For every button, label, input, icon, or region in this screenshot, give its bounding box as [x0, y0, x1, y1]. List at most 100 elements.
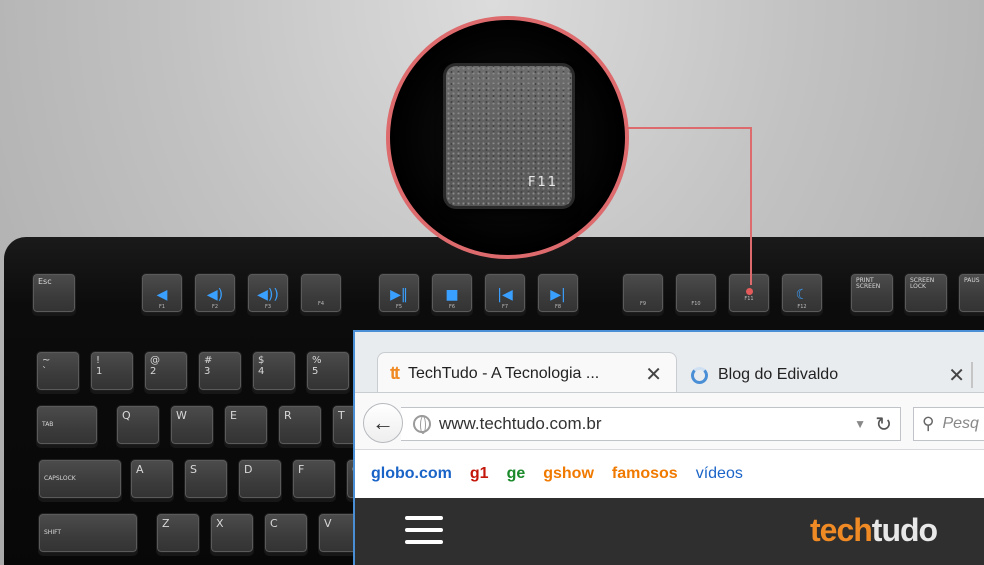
- key-w[interactable]: W: [170, 405, 214, 445]
- site-header: techtudo: [355, 498, 984, 565]
- close-icon[interactable]: ✕: [645, 362, 662, 387]
- key-f8[interactable]: ▶| F8: [537, 273, 579, 313]
- globe-icon: [413, 415, 431, 434]
- key-f11[interactable]: F11: [728, 273, 770, 313]
- key-d-label: D: [244, 463, 253, 476]
- key-f10[interactable]: F10: [675, 273, 717, 313]
- tab-blog-edivaldo[interactable]: Blog do Edivaldo ✕: [691, 360, 984, 390]
- key-x-label: X: [216, 517, 224, 530]
- key-z[interactable]: Z: [156, 513, 200, 553]
- key-r-label: R: [284, 409, 292, 422]
- key-a[interactable]: A: [130, 459, 174, 499]
- key-f1[interactable]: ◀ F1: [141, 273, 183, 313]
- bookmarks-bar: globo.com g1 ge gshow famosos vídeos: [355, 450, 984, 498]
- chevron-down-icon[interactable]: ▼: [854, 417, 866, 431]
- search-placeholder: Pesq: [942, 415, 979, 432]
- navigation-bar: www.techtudo.com.br ▼ ↻ ← ⚲ Pesq: [355, 392, 984, 450]
- sleep-moon-icon: ☾: [795, 287, 809, 303]
- key-tab-label: TAB: [42, 421, 54, 428]
- search-input[interactable]: ⚲ Pesq: [913, 407, 984, 441]
- key-f7[interactable]: |◀ F7: [484, 273, 526, 313]
- key-f2[interactable]: ◀) F2: [194, 273, 236, 313]
- key-capslock[interactable]: CAPSLOCK: [38, 459, 122, 499]
- hamburger-menu-icon[interactable]: [405, 516, 443, 544]
- key-print-screen[interactable]: PRINT SCREEN: [850, 273, 894, 313]
- key-r[interactable]: R: [278, 405, 322, 445]
- key-shift[interactable]: SHIFT: [38, 513, 138, 553]
- key-tilde-bottom: `: [42, 365, 47, 377]
- key-d[interactable]: D: [238, 459, 282, 499]
- bookmark-videos[interactable]: vídeos: [696, 465, 743, 483]
- key-x[interactable]: X: [210, 513, 254, 553]
- key-f-label: F: [298, 463, 305, 476]
- tab-strip: tt TechTudo - A Tecnologia ... ✕ Blog do…: [355, 332, 984, 394]
- key-e[interactable]: E: [224, 405, 268, 445]
- key-1[interactable]: ! 1: [90, 351, 134, 391]
- key-f6[interactable]: ■ F6: [431, 273, 473, 313]
- key-4-bottom: 4: [258, 365, 265, 377]
- stop-icon: ■: [445, 287, 459, 303]
- reload-icon[interactable]: ↻: [875, 412, 892, 437]
- tab-separator: [971, 362, 973, 388]
- key-3[interactable]: #3: [198, 351, 242, 391]
- key-f2-label: F2: [211, 303, 219, 310]
- key-c-label: C: [270, 517, 278, 530]
- close-icon[interactable]: ✕: [948, 363, 965, 388]
- tab-techtudo[interactable]: tt TechTudo - A Tecnologia ... ✕: [377, 352, 677, 394]
- key-2[interactable]: @2: [144, 351, 188, 391]
- key-scroll-lock-label: SCREEN LOCK: [910, 277, 935, 291]
- key-f5[interactable]: ▶‖ F5: [378, 273, 420, 313]
- techtudo-logo[interactable]: techtudo: [810, 512, 938, 549]
- tab-techtudo-title: TechTudo - A Tecnologia ...: [408, 364, 600, 382]
- key-1-top: !: [96, 355, 101, 366]
- key-f3[interactable]: ◀)) F3: [247, 273, 289, 313]
- key-f4[interactable]: F4: [300, 273, 342, 313]
- highlight-dot-icon: [745, 288, 753, 295]
- volume-up-icon: ◀)): [257, 287, 279, 303]
- key-e-label: E: [230, 409, 237, 422]
- key-z-label: Z: [162, 517, 170, 530]
- key-pause[interactable]: PAUS: [958, 273, 984, 313]
- key-s[interactable]: S: [184, 459, 228, 499]
- key-f7-label: F7: [501, 303, 509, 310]
- volume-down-icon: ◀): [206, 287, 224, 303]
- brand-part-tudo: tudo: [871, 512, 938, 548]
- key-q[interactable]: Q: [116, 405, 160, 445]
- bookmark-globo[interactable]: globo.com: [371, 465, 452, 483]
- key-s-label: S: [190, 463, 197, 476]
- back-button[interactable]: ←: [363, 403, 403, 443]
- key-q-label: Q: [122, 409, 131, 422]
- key-w-label: W: [176, 409, 187, 422]
- key-tilde-top: ~: [42, 355, 51, 366]
- key-esc[interactable]: Esc: [32, 273, 76, 313]
- volume-mute-icon: ◀: [156, 287, 168, 303]
- magnified-f11-key: F11: [446, 66, 572, 206]
- key-f12[interactable]: ☾ F12: [781, 273, 823, 313]
- key-f6-label: F6: [448, 303, 456, 310]
- key-f11-label: F11: [744, 296, 754, 302]
- callout-line-vertical: [750, 127, 752, 285]
- key-5[interactable]: % 5: [306, 351, 350, 391]
- key-f3-label: F3: [264, 303, 272, 310]
- key-c[interactable]: C: [264, 513, 308, 553]
- bookmark-g1[interactable]: g1: [470, 465, 489, 483]
- key-2-bottom: 2: [150, 365, 157, 377]
- key-f[interactable]: F: [292, 459, 336, 499]
- key-3-top: #: [204, 355, 213, 366]
- key-f9[interactable]: F9: [622, 273, 664, 313]
- browser-window: tt TechTudo - A Tecnologia ... ✕ Blog do…: [353, 330, 984, 565]
- key-scroll-lock[interactable]: SCREEN LOCK: [904, 273, 948, 313]
- bookmark-famosos[interactable]: famosos: [612, 465, 678, 483]
- key-4[interactable]: $4: [252, 351, 296, 391]
- key-tilde[interactable]: ~ `: [36, 351, 80, 391]
- key-f10-label: F10: [691, 301, 701, 307]
- key-shift-label: SHIFT: [44, 529, 62, 536]
- next-track-icon: ▶|: [550, 287, 566, 303]
- key-1-bottom: 1: [96, 365, 103, 377]
- key-f9-label: F9: [639, 301, 647, 307]
- bookmark-gshow[interactable]: gshow: [543, 465, 594, 483]
- bookmark-ge[interactable]: ge: [507, 465, 526, 483]
- search-icon: ⚲: [922, 414, 935, 433]
- key-tab[interactable]: TAB: [36, 405, 98, 445]
- url-bar[interactable]: www.techtudo.com.br ▼ ↻: [401, 407, 901, 441]
